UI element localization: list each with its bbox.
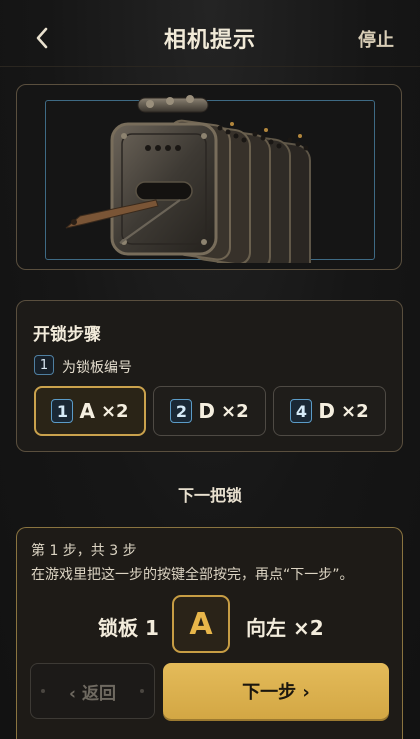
next-step-label: 下一步 › (242, 682, 310, 703)
step-progress: 第 1 步，共 3 步 (31, 543, 137, 559)
next-lock-button[interactable]: 下一把锁 (0, 482, 420, 506)
current-plate-label: 锁板 1 (98, 616, 159, 640)
plate-number: 4 (290, 399, 313, 423)
step-chip-2[interactable]: 2 D ×2 (153, 386, 266, 436)
lock-image (65, 95, 311, 263)
key-label: D (318, 399, 335, 423)
key-label: A (79, 399, 95, 423)
step-instruction: 在游戏里把这一步的按键全部按完，再点“下一步”。 (31, 567, 354, 583)
press-count: ×2 (100, 400, 129, 422)
hint-text: 为锁板编号 (62, 360, 132, 376)
step-chip-1[interactable]: 1 A ×2 (34, 386, 146, 436)
previous-step-button[interactable]: ‹ 返回 (30, 663, 155, 719)
hint-number-badge: 1 (34, 355, 54, 375)
previous-step-label: ‹ 返回 (69, 683, 116, 704)
plate-number: 1 (51, 399, 74, 423)
current-direction: 向左 ×2 (246, 616, 324, 640)
decor-dot (140, 689, 144, 693)
key-label: D (198, 399, 215, 423)
next-step-button[interactable]: 下一步 › (163, 663, 389, 719)
header-divider (0, 66, 420, 67)
plate-number: 2 (170, 399, 193, 423)
steps-title: 开锁步骤 (33, 325, 101, 345)
decor-dot (41, 689, 45, 693)
current-key-badge: A (172, 595, 230, 653)
stop-button[interactable]: 停止 (358, 26, 394, 52)
press-count: ×2 (221, 400, 249, 422)
press-count: ×2 (341, 400, 369, 422)
page-title: 相机提示 (163, 28, 256, 53)
step-chip-3[interactable]: 4 D ×2 (273, 386, 386, 436)
